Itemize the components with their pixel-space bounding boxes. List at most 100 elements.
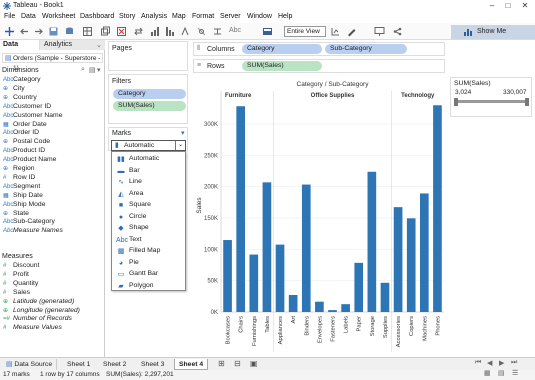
grid-view-icon[interactable]: ▦: [484, 369, 491, 379]
dimension-row-id[interactable]: # Row ID: [3, 174, 35, 183]
menu-data[interactable]: Data: [21, 13, 36, 20]
range-min-handle[interactable]: [454, 98, 458, 106]
dimension-order-date[interactable]: ▦ Order Date: [3, 121, 47, 130]
dimension-customer-id[interactable]: AbcCustomer ID: [3, 103, 51, 112]
dimension-ship-date[interactable]: ▦ Ship Date: [3, 192, 43, 201]
data-source-item[interactable]: ▤ Orders (Sample - Superstore - 1): [2, 53, 103, 72]
dimension-postal-code[interactable]: ⊕ Postal Code: [3, 138, 50, 147]
mark-type-option-bar[interactable]: ▬ Bar: [113, 165, 185, 177]
row-pill-sum-sales[interactable]: SUM(Sales): [242, 61, 322, 71]
mark-type-option-area[interactable]: ◭ Area: [113, 188, 185, 200]
group-members-icon[interactable]: [196, 26, 207, 37]
new-dashboard-tab-icon[interactable]: ⊟: [234, 359, 241, 368]
mark-type-option-polygon[interactable]: ▰ Polygon: [113, 280, 185, 292]
first-sheet-icon[interactable]: ⏮: [475, 359, 481, 367]
sort-ascending-icon[interactable]: [149, 26, 160, 37]
undo-icon[interactable]: [19, 26, 30, 37]
filter-pill-sum-sales[interactable]: SUM(Sales): [113, 101, 186, 111]
mark-type-option-pie[interactable]: ◕ Pie: [113, 257, 185, 269]
dimension-category[interactable]: AbcCategory: [3, 76, 41, 85]
save-icon[interactable]: [48, 26, 59, 37]
dimension-segment[interactable]: AbcSegment: [3, 183, 40, 192]
view-options-icon[interactable]: ▤: [89, 66, 96, 74]
dimension-product-name[interactable]: AbcProduct Name: [3, 156, 56, 165]
minimize-button[interactable]: –: [487, 1, 497, 11]
measure-quantity[interactable]: # Quantity: [3, 280, 38, 289]
menu-window[interactable]: Window: [247, 13, 272, 20]
mark-type-option-shape[interactable]: ◆ Shape: [113, 222, 185, 234]
dimension-region[interactable]: ⊕ Region: [3, 165, 35, 174]
minimize-pane-icon[interactable]: ⌄: [96, 41, 102, 49]
new-worksheet-tab-icon[interactable]: ⊞: [218, 359, 225, 368]
mark-type-option-text[interactable]: Abc Text: [113, 234, 185, 246]
mark-type-option-filled-map[interactable]: ▩ Filled Map: [113, 245, 185, 257]
presentation-icon[interactable]: [374, 26, 385, 37]
measure-number-of-records[interactable]: =# Number of Records: [3, 315, 72, 324]
menu-worksheet[interactable]: Worksheet: [42, 13, 75, 20]
close-button[interactable]: ✕: [520, 1, 530, 11]
next-sheet-icon[interactable]: ▶: [499, 359, 504, 367]
prev-sheet-icon[interactable]: ◀: [487, 359, 492, 367]
highlight-icon[interactable]: [180, 26, 191, 37]
dimension-product-id[interactable]: AbcProduct ID: [3, 147, 45, 156]
dimension-customer-name[interactable]: AbcCustomer Name: [3, 112, 62, 121]
show-mark-labels-icon[interactable]: Abc: [229, 27, 243, 38]
sort-descending-icon[interactable]: [164, 26, 175, 37]
menu-analysis[interactable]: Analysis: [141, 13, 167, 20]
dimension-measure-names[interactable]: AbcMeasure Names: [3, 227, 63, 236]
column-pill-category[interactable]: Category: [242, 44, 322, 54]
menu-format[interactable]: Format: [192, 13, 214, 20]
tab-sheet-4[interactable]: Sheet 4: [174, 359, 209, 370]
measure-longitude-generated[interactable]: ⊕ Longitude (generated): [3, 307, 80, 316]
dimension-state[interactable]: ⊕ State: [3, 210, 29, 219]
tab-sheet-1[interactable]: Sheet 1: [63, 359, 94, 370]
menu-file[interactable]: File: [4, 13, 15, 20]
list-view-icon[interactable]: ☰: [512, 369, 518, 379]
tab-sheet-3[interactable]: Sheet 3: [137, 359, 168, 370]
menu-story[interactable]: Story: [119, 13, 135, 20]
filmstrip-view-icon[interactable]: ▤: [498, 369, 505, 379]
highlight-pen-icon[interactable]: [346, 26, 357, 37]
clear-sheet-icon[interactable]: [116, 26, 127, 37]
measure-profit[interactable]: # Profit: [3, 271, 29, 280]
new-story-tab-icon[interactable]: ▣: [250, 359, 258, 368]
marks-menu-icon[interactable]: ▾: [181, 129, 185, 137]
new-worksheet-icon[interactable]: [82, 26, 93, 37]
search-icon[interactable]: ⌕: [81, 66, 85, 74]
rows-shelf[interactable]: ≡ Rows SUM(Sales): [193, 59, 445, 73]
measure-discount[interactable]: # Discount: [3, 262, 39, 271]
columns-shelf[interactable]: ⦀ Columns Category Sub-Category: [193, 42, 445, 56]
mark-type-option-line[interactable]: ∿ Line: [113, 176, 185, 188]
pin-axis-icon[interactable]: [212, 26, 223, 37]
measure-sales[interactable]: # Sales: [3, 289, 30, 298]
mark-type-option-gantt-bar[interactable]: ▭ Gantt Bar: [113, 268, 185, 280]
share-icon[interactable]: [392, 26, 403, 37]
filter-pill-category[interactable]: Category: [113, 89, 186, 99]
mark-type-option-circle[interactable]: ● Circle: [113, 211, 185, 223]
maximize-button[interactable]: □: [503, 1, 513, 11]
mark-type-option-square[interactable]: ■ Square: [113, 199, 185, 211]
fix-axes-icon[interactable]: [330, 26, 341, 37]
dimension-order-id[interactable]: AbcOrder ID: [3, 129, 39, 138]
duplicate-sheet-icon[interactable]: [100, 26, 111, 37]
last-sheet-icon[interactable]: ⏭: [511, 359, 517, 367]
fit-view-icon[interactable]: [262, 26, 273, 37]
new-data-source-icon[interactable]: [64, 26, 75, 37]
measure-latitude-generated[interactable]: ⊕ Latitude (generated): [3, 298, 74, 307]
mark-type-option-automatic[interactable]: ▮▮ Automatic: [113, 153, 185, 165]
fit-select[interactable]: Entire View: [284, 26, 326, 37]
swap-rows-columns-icon[interactable]: [133, 26, 144, 37]
measure-measure-values[interactable]: # Measure Values: [3, 324, 62, 333]
menu-help[interactable]: Help: [278, 13, 292, 20]
menu-server[interactable]: Server: [220, 13, 241, 20]
menu-dashboard[interactable]: Dashboard: [80, 13, 114, 20]
tab-sheet-2[interactable]: Sheet 2: [99, 359, 130, 370]
dimension-ship-mode[interactable]: AbcShip Mode: [3, 201, 46, 210]
range-slider[interactable]: [456, 100, 528, 103]
data-source-tab[interactable]: ▤ Data Source: [2, 359, 58, 370]
tab-data[interactable]: Data: [0, 40, 40, 50]
dimension-country[interactable]: ⊕ Country: [3, 94, 37, 103]
dimension-sub-category[interactable]: AbcSub-Category: [3, 218, 55, 227]
redo-icon[interactable]: [33, 26, 44, 37]
mark-type-dropdown[interactable]: ▮ Automatic ⌄: [111, 140, 186, 151]
